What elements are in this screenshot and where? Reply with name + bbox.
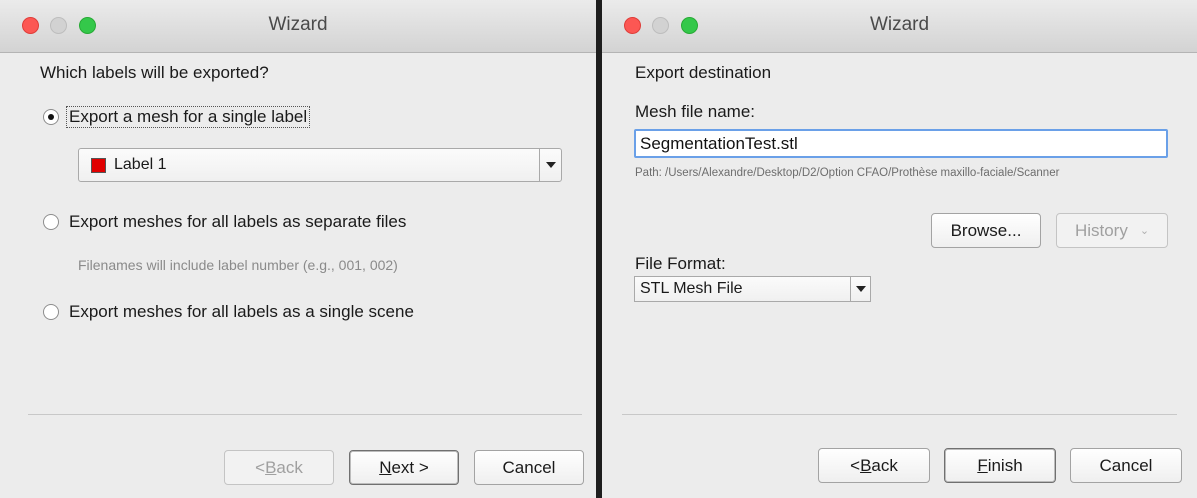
- radio-single-scene[interactable]: Export meshes for all labels as a single…: [43, 302, 414, 322]
- next-button[interactable]: Next >: [349, 450, 459, 485]
- history-button[interactable]: History ⌄: [1056, 213, 1168, 248]
- back-button-rest: ack: [276, 457, 303, 477]
- wizard-window-destination: Wizard Export destination Mesh file name…: [602, 0, 1197, 498]
- separator: [28, 414, 582, 415]
- finish-button-rest: inish: [987, 455, 1023, 475]
- file-format-select[interactable]: STL Mesh File: [634, 276, 871, 302]
- radio-label-single-label: Export a mesh for a single label: [66, 106, 311, 128]
- label-select-combo[interactable]: Label 1: [78, 148, 562, 182]
- wizard-window-labels: Wizard Which labels will be exported? Ex…: [0, 0, 596, 498]
- back-button-prefix: <: [850, 455, 861, 475]
- radio-label-separate-files: Export meshes for all labels as separate…: [69, 212, 407, 231]
- title-bar[interactable]: Wizard: [602, 0, 1197, 53]
- path-text: Path: /Users/Alexandre/Desktop/D2/Option…: [635, 167, 1060, 179]
- radio-button[interactable]: [43, 304, 59, 320]
- back-button[interactable]: < Back: [224, 450, 334, 485]
- browse-button[interactable]: Browse...: [931, 213, 1041, 248]
- mesh-file-name-input[interactable]: [634, 129, 1168, 158]
- radio-single-label[interactable]: Export a mesh for a single label: [43, 106, 311, 128]
- history-button-label: History: [1074, 220, 1128, 240]
- file-format-label: File Format:: [635, 254, 726, 273]
- dropdown-arrow-icon[interactable]: [539, 149, 561, 181]
- label-select-value: Label 1: [114, 156, 167, 173]
- next-button-rest: ext >: [391, 457, 429, 477]
- separator: [622, 414, 1177, 415]
- chevron-down-icon: ⌄: [1139, 225, 1150, 237]
- back-button-mnemonic: B: [860, 455, 872, 475]
- next-button-mnemonic: N: [379, 457, 392, 477]
- finish-button[interactable]: Finish: [944, 448, 1056, 483]
- radio-button[interactable]: [43, 214, 59, 230]
- file-format-value: STL Mesh File: [640, 280, 743, 297]
- page-heading: Which labels will be exported?: [40, 63, 269, 82]
- finish-button-mnemonic: F: [977, 455, 988, 475]
- back-button-mnemonic: B: [265, 457, 277, 477]
- cancel-button[interactable]: Cancel: [1070, 448, 1182, 483]
- radio-label-single-scene: Export meshes for all labels as a single…: [69, 302, 414, 321]
- radio-separate-files[interactable]: Export meshes for all labels as separate…: [43, 212, 406, 232]
- page-heading: Export destination: [635, 63, 772, 82]
- mesh-file-label: Mesh file name:: [635, 102, 755, 121]
- window-title: Wizard: [869, 14, 930, 35]
- dropdown-arrow-icon[interactable]: [850, 277, 870, 301]
- back-button[interactable]: < Back: [818, 448, 930, 483]
- title-bar[interactable]: Wizard: [0, 0, 596, 53]
- label-color-swatch: [91, 157, 106, 173]
- radio-button-selected[interactable]: [43, 109, 59, 125]
- back-button-rest: ack: [871, 455, 898, 475]
- separate-files-hint: Filenames will include label number (e.g…: [78, 257, 398, 273]
- cancel-button[interactable]: Cancel: [474, 450, 584, 485]
- window-title: Wizard: [268, 14, 328, 35]
- back-button-prefix: <: [255, 457, 266, 477]
